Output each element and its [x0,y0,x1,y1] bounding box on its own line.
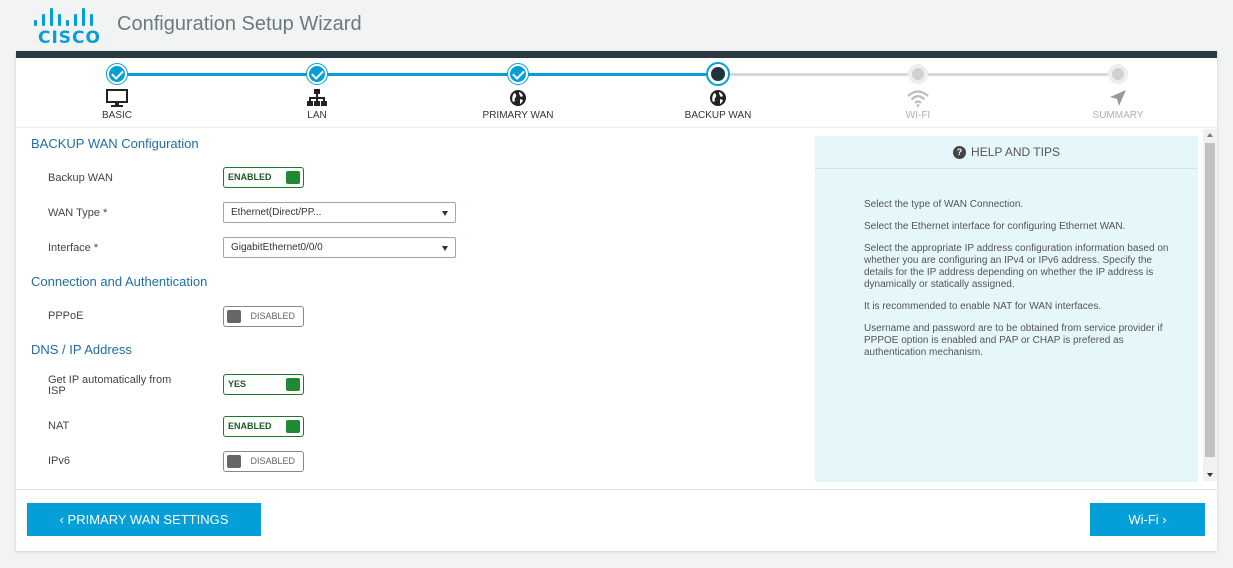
brand-text: CISCO [38,28,101,48]
scrollbar-thumb[interactable] [1205,143,1215,457]
help-tip: It is recommended to enable NAT for WAN … [864,301,1102,312]
help-tip: Select the type of WAN Connection. [864,199,1024,210]
help-tip: Select the Ethernet interface for config… [864,221,1126,232]
step-lan[interactable]: LAN [247,64,387,121]
app-header: CISCO Configuration Setup Wizard [0,0,1233,50]
top-bar [16,51,1217,58]
step-label: BASIC [101,110,132,121]
get-ip-label: Get IP automatically from ISP [48,375,171,397]
wizard-stepper: BASIC LAN PRIMARY WAN BACKUP WAN WI-FI S… [16,58,1217,128]
help-body: Select the type of WAN Connection. Selec… [815,169,1198,359]
chevron-down-icon [442,246,448,251]
toggle-text: ENABLED [228,421,272,431]
pending-step-indicator [908,64,928,84]
pppoe-label: PPPoE [48,310,84,322]
help-tip: Select the appropriate IP address config… [864,243,1169,290]
get-ip-label-line2: ISP [48,385,66,397]
step-label: WI-FI [905,110,931,121]
step-primary-wan[interactable]: PRIMARY WAN [448,64,588,121]
wizard-footer: ‹ PRIMARY WAN SETTINGS Wi-Fi › [16,489,1217,551]
step-label: LAN [307,110,327,121]
question-icon: ? [953,145,967,159]
interface-select[interactable]: GigabitEthernet0/0/0 [223,237,456,258]
check-icon [307,64,327,84]
wifi-icon [848,88,988,108]
help-title: HELP AND TIPS [971,145,1060,159]
toggle-knob [286,378,300,391]
step-backup-wan[interactable]: BACKUP WAN [648,64,788,121]
step-label: PRIMARY WAN [482,110,554,121]
toggle-text: ENABLED [228,172,272,182]
current-step-indicator [708,64,728,84]
wan-type-label: WAN Type * [48,207,108,219]
vertical-scrollbar[interactable] [1203,129,1217,481]
nat-label: NAT [48,420,70,432]
scroll-down-arrow-icon[interactable] [1207,473,1213,477]
chevron-down-icon [442,211,448,216]
select-value: GigabitEthernet0/0/0 [231,242,323,253]
step-basic[interactable]: BASIC [47,64,187,121]
step-label: SUMMARY [1092,110,1144,121]
wizard-card: BASIC LAN PRIMARY WAN BACKUP WAN WI-FI S… [16,51,1217,551]
get-ip-toggle[interactable]: YES [223,374,304,395]
help-tip: Username and password are to be obtained… [864,323,1163,358]
backup-wan-form: BACKUP WAN Configuration Backup WAN ENAB… [16,129,806,489]
network-icon [247,88,387,108]
check-icon [508,64,528,84]
backup-wan-label: Backup WAN [48,172,114,184]
ipv6-label: IPv6 [48,455,71,467]
toggle-text: DISABLED [250,456,295,466]
globe-icon [448,88,588,108]
step-wifi[interactable]: WI-FI [848,64,988,121]
pending-step-indicator [1108,64,1128,84]
nat-toggle[interactable]: ENABLED [223,416,304,437]
help-panel: ? HELP AND TIPS Select the type of WAN C… [815,136,1198,482]
section-title-connection: Connection and Authentication [31,274,208,289]
next-button[interactable]: Wi-Fi › [1090,503,1205,536]
get-ip-label-line1: Get IP automatically from [48,374,172,386]
backup-wan-toggle[interactable]: ENABLED [223,167,304,188]
help-header: ? HELP AND TIPS [815,136,1198,169]
ipv6-toggle[interactable]: DISABLED [223,451,304,472]
app-title: Configuration Setup Wizard [117,13,362,35]
back-button[interactable]: ‹ PRIMARY WAN SETTINGS [27,503,261,536]
select-value: Ethernet(Direct/PP... [231,207,322,218]
toggle-knob [286,171,300,184]
section-title-dns: DNS / IP Address [31,342,132,357]
globe-icon [648,88,788,108]
toggle-text: YES [228,379,247,389]
cisco-logo: CISCO [32,8,101,48]
step-summary[interactable]: SUMMARY [1048,64,1188,121]
toggle-text: DISABLED [250,311,295,321]
scroll-up-arrow-icon[interactable] [1207,133,1213,137]
monitor-icon [47,88,187,108]
toggle-knob [227,310,241,323]
wan-type-select[interactable]: Ethernet(Direct/PP... [223,202,456,223]
step-label: BACKUP WAN [684,110,752,121]
section-title-backup-wan: BACKUP WAN Configuration [31,136,199,151]
send-icon [1048,88,1188,108]
pppoe-toggle[interactable]: DISABLED [223,306,304,327]
progress-track-done [117,73,716,76]
interface-label: Interface * [48,242,99,254]
toggle-knob [227,455,241,468]
check-icon [107,64,127,84]
toggle-knob [286,420,300,433]
